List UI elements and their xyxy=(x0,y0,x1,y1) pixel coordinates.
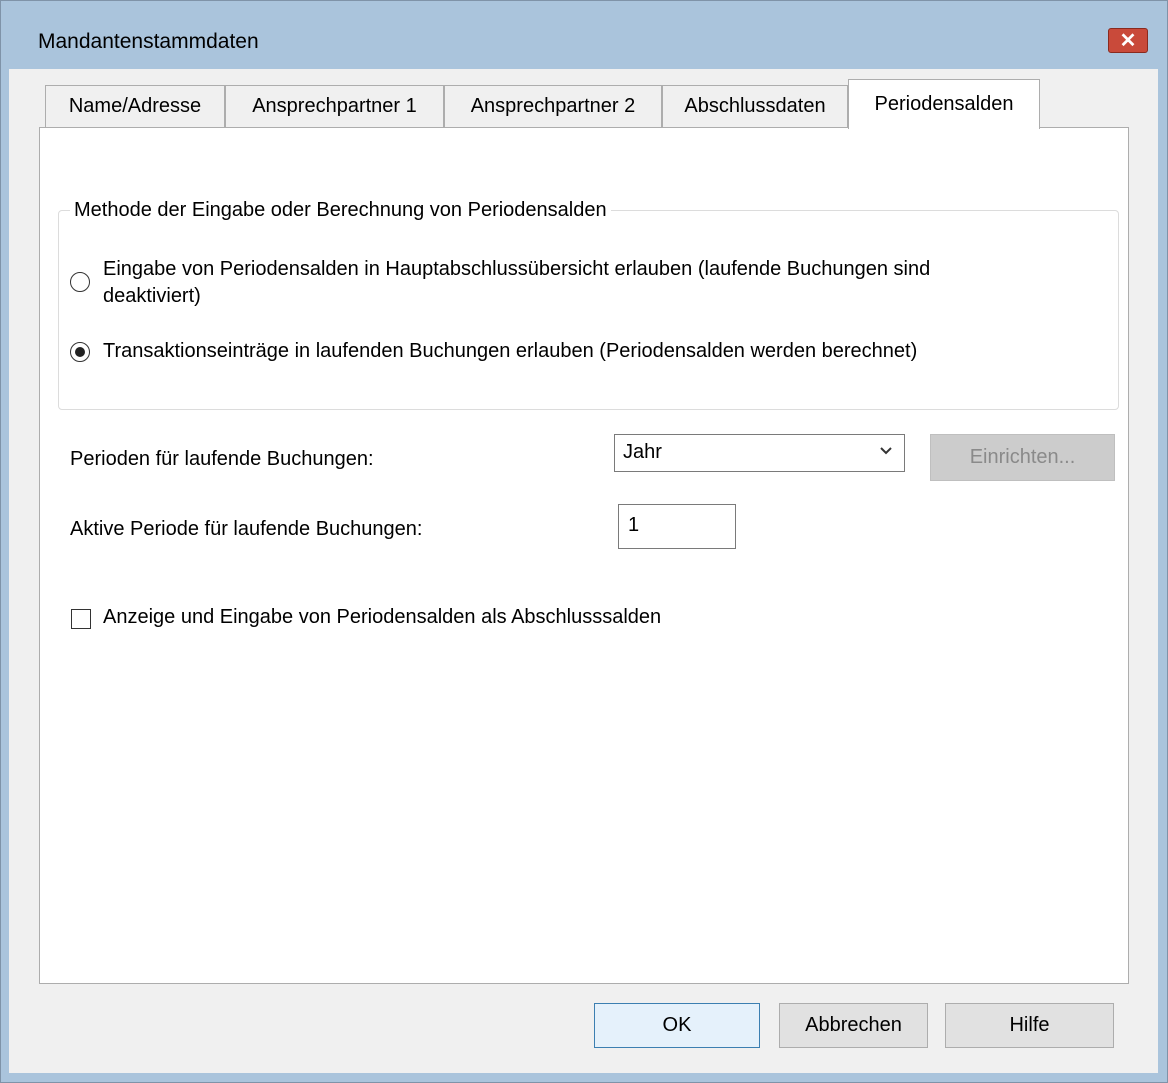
active-period-value: 1 xyxy=(628,514,640,536)
help-button[interactable]: Hilfe xyxy=(945,1003,1114,1048)
periods-select-value: Jahr xyxy=(623,441,662,463)
method-group-legend: Methode der Eingabe oder Berechnung von … xyxy=(70,199,611,222)
active-period-input[interactable]: 1 xyxy=(618,504,736,549)
abschlusssalden-checkbox[interactable] xyxy=(71,609,91,629)
radio-transactions-label: Transaktionseinträge in laufenden Buchun… xyxy=(103,340,918,362)
radio-transactions[interactable] xyxy=(70,342,90,362)
tab-abschlussdaten[interactable]: Abschlussdaten xyxy=(662,85,848,127)
active-period-label: Aktive Periode für laufende Buchungen: xyxy=(70,518,423,540)
periods-label: Perioden für laufende Buchungen: xyxy=(70,448,374,470)
window-title: Mandantenstammdaten xyxy=(38,30,259,53)
tab-periodensalden[interactable]: Periodensalden xyxy=(848,79,1040,129)
radio-manual-entry-label-line2: deaktiviert) xyxy=(103,285,201,307)
radio-manual-entry-label-line1: Eingabe von Periodensalden in Hauptabsch… xyxy=(103,258,931,280)
ok-button[interactable]: OK xyxy=(594,1003,760,1048)
close-icon: ✕ xyxy=(1119,29,1137,52)
radio-selected-dot xyxy=(75,347,85,357)
close-button[interactable]: ✕ xyxy=(1108,28,1148,53)
radio-manual-entry[interactable] xyxy=(70,272,90,292)
tab-ansprechpartner-2[interactable]: Ansprechpartner 2 xyxy=(444,85,662,127)
setup-button[interactable]: Einrichten... xyxy=(930,434,1115,481)
chevron-down-icon xyxy=(880,447,892,455)
method-groupbox xyxy=(58,210,1119,410)
tab-ansprechpartner-1[interactable]: Ansprechpartner 1 xyxy=(225,85,444,127)
abschlusssalden-checkbox-label: Anzeige und Eingabe von Periodensalden a… xyxy=(103,606,662,628)
periods-select[interactable]: Jahr xyxy=(614,434,905,472)
tab-name-adresse[interactable]: Name/Adresse xyxy=(45,85,225,127)
cancel-button[interactable]: Abbrechen xyxy=(779,1003,928,1048)
